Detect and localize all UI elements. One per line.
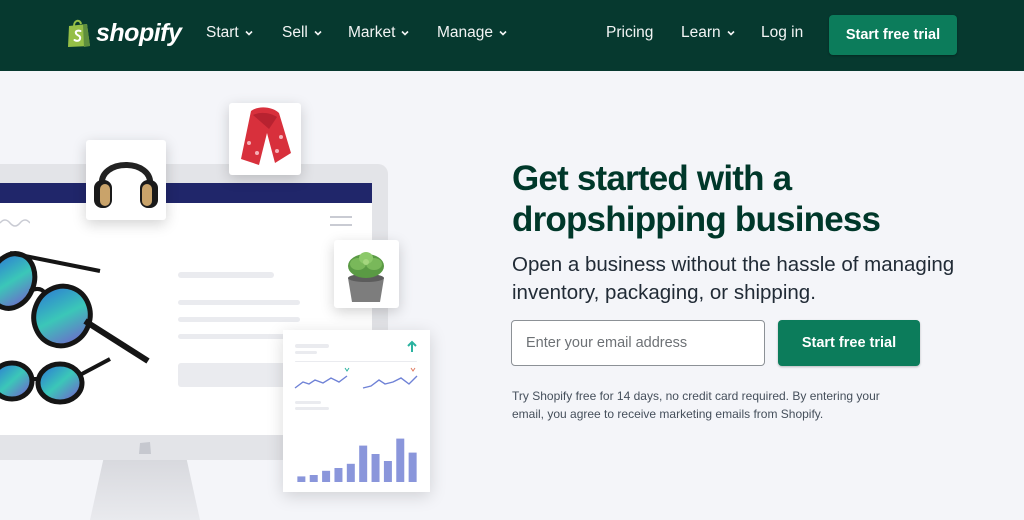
nav-link-pricing[interactable]: Pricing [606,24,653,42]
divider [295,361,417,362]
analytics-card [283,330,430,492]
placeholder-line [178,317,300,322]
nav-item-start[interactable]: Start [206,24,254,42]
placeholder-line [178,272,274,278]
monitor-logo-icon [139,442,151,454]
headphones-image [94,162,158,208]
hero-illustration [0,71,480,520]
chart-bar [346,463,355,482]
chart-bar [334,468,343,482]
nav-item-label: Market [348,24,396,41]
chart-bar [359,445,368,482]
hero-subtitle: Open a business without the hassle of ma… [512,253,955,304]
placeholder-line [178,300,300,305]
scarf-card [229,103,301,175]
chart-bar [322,470,331,482]
chart-bar [371,454,380,482]
placeholder-block [178,363,288,387]
placeholder-line [178,334,300,339]
placeholder-line [295,351,317,354]
email-input[interactable] [511,320,765,366]
menu-line [330,224,352,226]
nav-item-label: Sell [282,24,308,41]
nav-pricing-label: Pricing [606,24,654,41]
trial-disclaimer: Try Shopify free for 14 days, no credit … [512,389,880,421]
monitor-stand [90,460,200,520]
squiggle-icon [0,219,30,227]
bar-chart [297,438,417,482]
brand-name: shopify [96,18,182,47]
scarf-image [241,107,291,165]
hero-title: Get started with a dropshipping business [512,159,881,239]
nav-login-label: Log in [761,24,804,41]
shopify-logo[interactable]: shopify [66,18,182,48]
chart-bar [309,475,318,482]
chart-bar [396,438,405,482]
chart-bar [297,476,306,482]
plant-card [334,240,399,308]
sparkline-charts [294,367,418,389]
nav-item-manage[interactable]: Manage [437,24,508,42]
nav-item-learn[interactable]: Learn [681,24,736,42]
arrow-up-icon [407,340,417,352]
menu-line [330,216,352,218]
shopping-bag-icon [68,19,90,47]
chart-bar [383,461,392,482]
hero-start-trial-button[interactable]: Start free trial [778,320,920,366]
monitor-header-bar [0,183,372,203]
succulent-image [348,252,384,302]
nav-item-sell[interactable]: Sell [282,24,323,42]
nav-start-trial-button[interactable]: Start free trial [829,15,957,55]
nav-item-label: Learn [681,24,721,41]
chevron-down-icon [499,30,507,36]
placeholder-line [295,407,329,410]
nav-link-login[interactable]: Log in [761,24,803,42]
chevron-down-icon [401,30,409,36]
sunglasses-image [0,251,150,405]
chart-bar [408,452,417,482]
headphones-card [86,140,166,220]
placeholder-line [295,401,321,404]
nav-item-market[interactable]: Market [348,24,410,42]
nav-item-label: Manage [437,24,494,41]
chevron-down-icon [245,30,253,36]
top-navigation: shopify Start Sell Market Manage Pricing… [0,0,1024,71]
chevron-down-icon [314,30,322,36]
chevron-down-icon [727,30,735,36]
placeholder-line [295,344,329,348]
nav-item-label: Start [206,24,239,41]
